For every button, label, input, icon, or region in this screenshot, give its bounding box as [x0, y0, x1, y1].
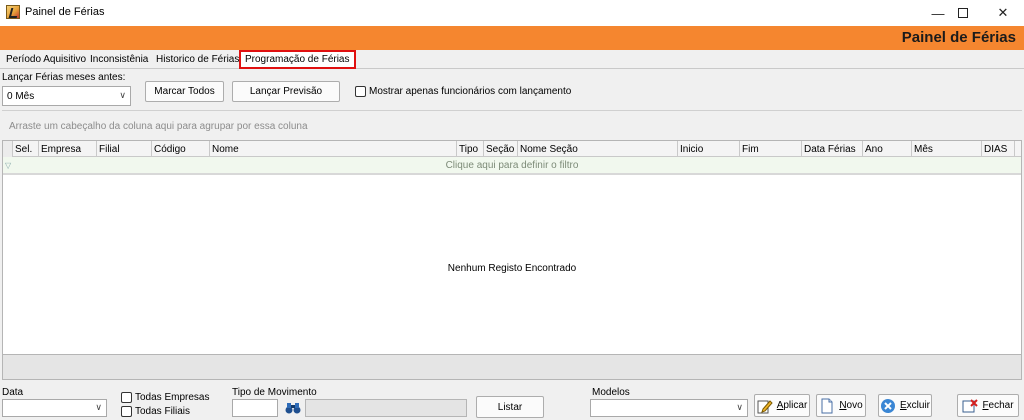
- only-with-launch-label: Mostrar apenas funcionários com lançamen…: [369, 86, 572, 97]
- column-header-codigo[interactable]: Código: [152, 141, 210, 157]
- column-header-filial[interactable]: Filial: [97, 141, 152, 157]
- movement-type-description-field: [305, 399, 467, 417]
- banner-title: Painel de Férias: [901, 29, 1016, 46]
- column-header-fim[interactable]: Fim: [740, 141, 802, 157]
- window-title: Painel de Férias: [25, 6, 105, 18]
- tab-periodo-aquisitivo[interactable]: Período Aquisitivo: [2, 51, 90, 69]
- delete-icon: [880, 398, 896, 414]
- column-header-ano[interactable]: Ano: [863, 141, 912, 157]
- column-header-data-ferias[interactable]: Data Férias: [802, 141, 863, 157]
- chevron-down-icon: ∨: [736, 402, 743, 412]
- filter-row[interactable]: ▽ Clique aqui para definir o filtro: [3, 157, 1021, 175]
- column-header-mes[interactable]: Mês: [912, 141, 982, 157]
- exit-icon: [962, 398, 979, 414]
- binoculars-icon[interactable]: [284, 399, 302, 417]
- launch-forecast-button[interactable]: Lançar Previsão: [232, 81, 340, 102]
- delete-label: xcluir: [906, 400, 930, 411]
- tab-bar: Período Aquisitivo Inconsistênia Histori…: [0, 50, 1024, 69]
- data-grid: Sel. Empresa Filial Código Nome Tipo Seç…: [2, 140, 1022, 380]
- close-window-button[interactable]: ✕: [980, 0, 1024, 26]
- column-header-tipo[interactable]: Tipo: [457, 141, 484, 157]
- months-before-value: 0 Mês: [7, 91, 35, 102]
- new-button[interactable]: Novo: [816, 394, 866, 417]
- new-label: ovo: [846, 400, 863, 411]
- grid-footer: [3, 354, 1021, 379]
- row-indicator-header: [3, 141, 13, 157]
- date-picker[interactable]: ∨: [2, 399, 107, 417]
- new-document-icon: [819, 398, 835, 414]
- column-header-empresa[interactable]: Empresa: [39, 141, 97, 157]
- title-bar: Painel de Férias — ✕: [0, 0, 1024, 26]
- delete-button[interactable]: Excluir: [878, 394, 932, 417]
- apply-button[interactable]: Aplicar: [754, 394, 810, 417]
- group-by-hint: Arraste um cabeçalho da coluna aqui para…: [9, 121, 308, 132]
- close-button[interactable]: Fechar: [957, 394, 1019, 417]
- apply-label: plicar: [783, 400, 808, 411]
- edit-icon: [757, 398, 773, 414]
- tab-inconsistencia[interactable]: Inconsistênia: [86, 51, 152, 69]
- chevron-down-icon: ∨: [119, 90, 126, 100]
- new-accel: N: [839, 400, 847, 411]
- column-header-inicio[interactable]: Inicio: [678, 141, 740, 157]
- models-label: Modelos: [592, 387, 630, 398]
- mark-all-button[interactable]: Marcar Todos: [145, 81, 224, 102]
- delete-accel: E: [899, 400, 907, 411]
- all-branches-checkbox[interactable]: [121, 406, 132, 417]
- list-button[interactable]: Listar: [476, 396, 544, 418]
- chevron-down-icon: ∨: [95, 402, 102, 412]
- group-by-panel[interactable]: Arraste um cabeçalho da coluna aqui para…: [2, 110, 1022, 142]
- filter-hint: Clique aqui para definir o filtro: [445, 160, 579, 171]
- all-companies-checkbox[interactable]: [121, 392, 132, 403]
- models-select[interactable]: ∨: [590, 399, 748, 417]
- date-label: Data: [2, 387, 24, 398]
- close-label: echar: [988, 400, 1014, 411]
- all-branches-label: Todas Filiais: [135, 406, 191, 417]
- app-icon: [6, 5, 20, 19]
- column-header-nome[interactable]: Nome: [210, 141, 457, 157]
- movement-type-label: Tipo de Movimento: [232, 387, 317, 398]
- column-header-sel[interactable]: Sel.: [13, 141, 39, 157]
- tab-historico-ferias[interactable]: Historico de Férias: [152, 51, 243, 69]
- column-header-secao[interactable]: Seção: [484, 141, 518, 157]
- months-before-label: Lançar Férias meses antes:: [2, 72, 126, 83]
- only-with-launch-checkbox[interactable]: [355, 86, 366, 97]
- grid-header: Sel. Empresa Filial Código Nome Tipo Seç…: [3, 141, 1021, 157]
- header-banner: Painel de Férias: [0, 26, 1024, 50]
- all-companies-label: Todas Empresas: [135, 392, 210, 403]
- empty-message: Nenhum Registo Encontrado: [447, 263, 577, 274]
- months-before-select[interactable]: 0 Mês ∨: [2, 86, 131, 106]
- movement-type-code-input[interactable]: [232, 399, 278, 417]
- column-header-dias[interactable]: DIAS: [982, 141, 1015, 157]
- column-header-nome-secao[interactable]: Nome Seção: [518, 141, 678, 157]
- tab-programacao-ferias[interactable]: Programação de Férias: [239, 50, 356, 69]
